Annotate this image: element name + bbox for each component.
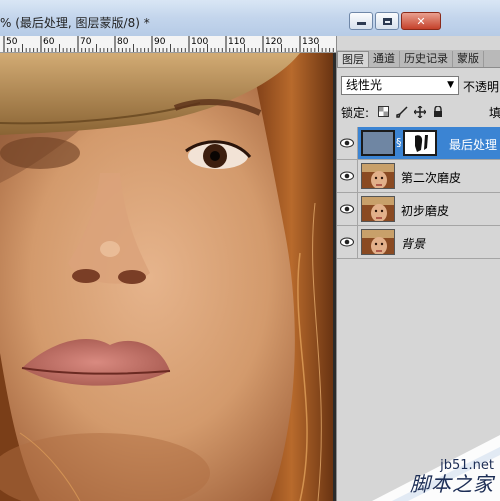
layer-thumbnail[interactable]: [361, 163, 395, 189]
lock-icon[interactable]: [431, 105, 444, 118]
maximize-icon: [382, 17, 392, 25]
layer-name: 背景: [401, 237, 426, 251]
window-controls: ✕: [349, 12, 441, 30]
layer-thumbnail[interactable]: [361, 130, 395, 156]
layer-name: 第二次磨皮: [401, 171, 462, 185]
visibility-toggle[interactable]: [337, 127, 358, 159]
lock-transparency-icon[interactable]: [377, 105, 390, 118]
watermark-name: 脚本之家: [410, 472, 494, 496]
layer-thumbnail[interactable]: [361, 196, 395, 222]
opacity-label: 不透明: [463, 80, 500, 94]
ruler-label: 50: [6, 37, 18, 47]
brush-icon[interactable]: [395, 105, 408, 118]
document-title-bar[interactable]: % (最后处理, 图层蒙版/8) * ✕: [0, 0, 500, 37]
tab-masks[interactable]: 蒙版: [453, 51, 484, 67]
layer-mask-thumbnail[interactable]: [403, 130, 437, 156]
lock-label: 锁定:: [341, 106, 370, 120]
document-title: % (最后处理, 图层蒙版/8) *: [0, 16, 150, 30]
document-canvas[interactable]: [0, 53, 333, 501]
portrait-image: [0, 53, 333, 501]
move-icon[interactable]: [413, 105, 426, 118]
blend-row: 线性光 ▼ 不透明: [341, 76, 500, 96]
layer-list: § 最后处理 第二次磨皮 初步磨皮 背景: [337, 127, 500, 259]
visibility-toggle[interactable]: [337, 160, 358, 192]
layer-row[interactable]: 第二次磨皮: [337, 160, 500, 193]
eye-icon: [340, 138, 354, 148]
maximize-button[interactable]: [375, 12, 399, 30]
tab-layers[interactable]: 图层: [337, 51, 369, 67]
ruler-label: 70: [80, 37, 92, 47]
blend-mode-value: 线性光: [346, 78, 383, 92]
ruler-label: 60: [43, 37, 55, 47]
visibility-toggle[interactable]: [337, 226, 358, 258]
layer-row[interactable]: 背景: [337, 226, 500, 259]
layer-row[interactable]: 初步磨皮: [337, 193, 500, 226]
blend-mode-select[interactable]: 线性光 ▼: [341, 76, 459, 95]
close-button[interactable]: ✕: [401, 12, 441, 30]
minimize-button[interactable]: [349, 12, 373, 30]
layer-name: 初步磨皮: [401, 204, 450, 218]
fill-label: 填: [489, 106, 500, 120]
watermark: jb51.net 脚本之家: [352, 425, 500, 501]
eye-icon: [340, 171, 354, 181]
ruler-label: 130: [302, 37, 320, 47]
minimize-icon: [356, 22, 366, 25]
mask-shape: [415, 135, 428, 152]
ruler-label: 120: [265, 37, 283, 47]
tab-history[interactable]: 历史记录: [400, 51, 453, 67]
visibility-toggle[interactable]: [337, 193, 358, 225]
ruler-label: 100: [191, 37, 209, 47]
close-icon: ✕: [416, 14, 426, 28]
ruler-label: 80: [117, 37, 129, 47]
lock-row: 锁定: 填: [341, 103, 500, 121]
link-icon[interactable]: §: [396, 136, 403, 149]
tab-channels[interactable]: 通道: [369, 51, 400, 67]
chevron-down-icon: ▼: [447, 80, 454, 90]
ruler-label: 90: [154, 37, 166, 47]
eye-icon: [340, 237, 354, 247]
eye-icon: [340, 204, 354, 214]
ruler-label: 110: [228, 37, 246, 47]
layer-row[interactable]: § 最后处理: [337, 127, 500, 160]
layer-thumbnail[interactable]: [361, 229, 395, 255]
layer-name: 最后处理: [449, 138, 498, 152]
panel-tab-bar: 图层 通道 历史记录 蒙版: [337, 50, 500, 68]
horizontal-ruler: 50 60 70 80 90 100 110 120 130: [0, 36, 336, 53]
